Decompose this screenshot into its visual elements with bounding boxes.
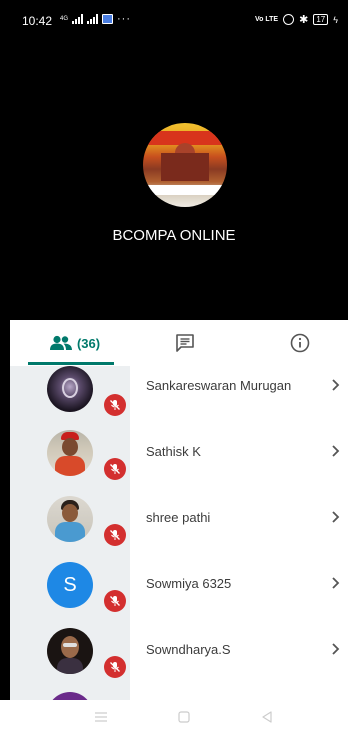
tab-bar: (36)	[10, 320, 348, 366]
battery-icon: 17	[313, 14, 329, 25]
mic-off-icon	[104, 394, 126, 416]
participant-avatar	[47, 366, 93, 412]
signal-icon	[72, 14, 84, 24]
participant-name: shree pathi	[146, 510, 211, 525]
status-right-icons: Vo LTE ✱ 17 ϟ	[255, 13, 338, 26]
tab-people[interactable]: (36)	[30, 320, 120, 366]
participant-list[interactable]: Sankareswaran Murugan Sathisk K shree pa…	[10, 366, 348, 700]
participant-count: (36)	[76, 335, 101, 351]
charging-icon: ϟ	[333, 14, 338, 25]
status-left-icons: 4G ···	[60, 13, 131, 25]
status-bar: 10:42 4G ··· Vo LTE ✱ 17 ϟ	[0, 0, 348, 44]
tab-chat[interactable]	[155, 320, 215, 366]
signal-icon-2	[87, 14, 99, 24]
active-tab-indicator	[28, 362, 114, 365]
participant-name: Sowmiya 6325	[146, 576, 232, 591]
participant-name: Sathisk K	[146, 444, 201, 459]
bluetooth-icon: ✱	[299, 14, 309, 26]
participant-name: Sowndharya.S	[146, 642, 231, 657]
participant-row[interactable]: Sankareswaran Murugan	[10, 366, 348, 424]
tab-info[interactable]	[275, 320, 325, 366]
status-time: 10:42	[22, 14, 53, 28]
mic-off-icon	[104, 458, 126, 480]
participant-name: Sankareswaran Murugan	[146, 378, 292, 393]
circle-icon	[283, 14, 295, 25]
volte-icon: Vo LTE	[255, 16, 279, 23]
participant-row[interactable]: Sowndharya.S	[10, 622, 348, 688]
mic-off-icon	[104, 656, 126, 678]
chat-icon	[176, 334, 194, 352]
back-icon[interactable]	[260, 710, 274, 724]
home-icon[interactable]	[177, 710, 191, 724]
mic-off-icon	[104, 524, 126, 546]
participant-avatar	[47, 628, 93, 674]
meeting-avatar	[143, 123, 227, 207]
participant-avatar	[47, 496, 93, 542]
participant-avatar: S	[47, 562, 93, 608]
mic-off-icon	[104, 590, 126, 612]
navigation-bar	[0, 700, 348, 734]
chevron-right-icon[interactable]	[328, 378, 342, 392]
chevron-right-icon[interactable]	[328, 510, 342, 524]
menu-icon[interactable]	[94, 710, 108, 724]
info-icon	[290, 333, 310, 353]
meeting-area: BCOMPA ONLINE	[0, 44, 348, 320]
participant-row[interactable]: S Sowmiya 6325	[10, 556, 348, 622]
chevron-right-icon[interactable]	[328, 576, 342, 590]
chevron-right-icon[interactable]	[328, 642, 342, 656]
chevron-right-icon[interactable]	[328, 444, 342, 458]
message-icon	[102, 14, 114, 24]
participant-avatar	[47, 430, 93, 476]
network-label: 4G	[60, 16, 69, 22]
people-icon	[49, 335, 72, 350]
more-notifications-icon: ···	[117, 13, 132, 25]
participant-row[interactable]: shree pathi	[10, 490, 348, 556]
participant-row[interactable]: Sathisk K	[10, 424, 348, 490]
meeting-name: BCOMPA ONLINE	[112, 227, 236, 244]
